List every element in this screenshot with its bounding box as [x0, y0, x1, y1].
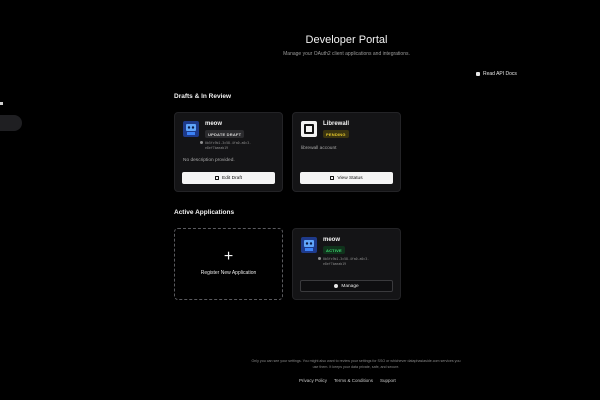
- client-id-value: 0b5fc9b1-3c58-4fa0-a0c3-e8ef7baeab19: [205, 141, 252, 150]
- app-card-librewall: Librewall PENDING librewall account View…: [292, 112, 401, 192]
- key-icon: [200, 141, 203, 144]
- footer-note: Only you can see your settings. You migh…: [251, 359, 461, 369]
- app-logo-icon: [301, 237, 317, 253]
- sidebar-collapsed-pill[interactable]: [0, 115, 22, 131]
- client-id: 0b5fc9b1-3c58-4fa0-a0c3-e8ef7baeab19: [200, 141, 267, 151]
- manage-label: Manage: [341, 283, 359, 289]
- app-name: Librewall: [323, 121, 350, 127]
- support-link[interactable]: Support: [380, 378, 396, 383]
- client-id-value: 0b5fc9b1-3c58-4fa0-a0c3-e8ef7baeab19: [323, 257, 370, 266]
- app-card-meow-active: meow ACTIVE 0b5fc9b1-3c58-4fa0-a0c3-e8ef…: [292, 228, 401, 300]
- register-new-application-button[interactable]: + Register New Application: [174, 228, 283, 300]
- page-title: Developer Portal: [305, 34, 388, 46]
- register-label: Register New Application: [200, 270, 257, 276]
- docs-icon: [476, 72, 480, 76]
- status-icon: [330, 176, 335, 180]
- status-badge: UPDATE DRAFT: [205, 130, 245, 138]
- view-status-button[interactable]: View Status: [300, 172, 393, 184]
- sidebar-marker: [0, 102, 3, 105]
- app-logo-icon: [301, 121, 317, 137]
- page-subtitle: Manage your OAuth2 client applications a…: [283, 51, 410, 57]
- status-badge: PENDING: [323, 130, 349, 138]
- edit-icon: [215, 176, 219, 180]
- edit-draft-label: Edit Draft: [222, 175, 242, 181]
- terms-link[interactable]: Terms & Conditions: [334, 378, 373, 383]
- client-id: 0b5fc9b1-3c58-4fa0-a0c3-e8ef7baeab19: [318, 257, 385, 267]
- view-status-label: View Status: [337, 175, 363, 181]
- app-description: No description provided.: [183, 158, 235, 163]
- drafts-section-title: Drafts & In Review: [174, 93, 232, 100]
- privacy-policy-link[interactable]: Privacy Policy: [299, 378, 327, 383]
- app-name: meow: [205, 121, 223, 127]
- read-api-docs-label: Read API Docs: [483, 71, 517, 77]
- status-badge: ACTIVE: [323, 246, 345, 254]
- app-description: librewall account: [301, 146, 337, 151]
- app-logo-icon: [183, 121, 199, 137]
- read-api-docs-link[interactable]: Read API Docs: [476, 71, 517, 77]
- app-card-meow-draft: meow UPDATE DRAFT 0b5fc9b1-3c58-4fa0-a0c…: [174, 112, 283, 192]
- gear-icon: [334, 284, 339, 288]
- plus-icon: +: [223, 248, 234, 265]
- active-section-title: Active Applications: [174, 209, 235, 216]
- manage-button[interactable]: Manage: [300, 280, 393, 292]
- edit-draft-button[interactable]: Edit Draft: [182, 172, 275, 184]
- key-icon: [318, 257, 321, 260]
- app-name: meow: [323, 237, 341, 243]
